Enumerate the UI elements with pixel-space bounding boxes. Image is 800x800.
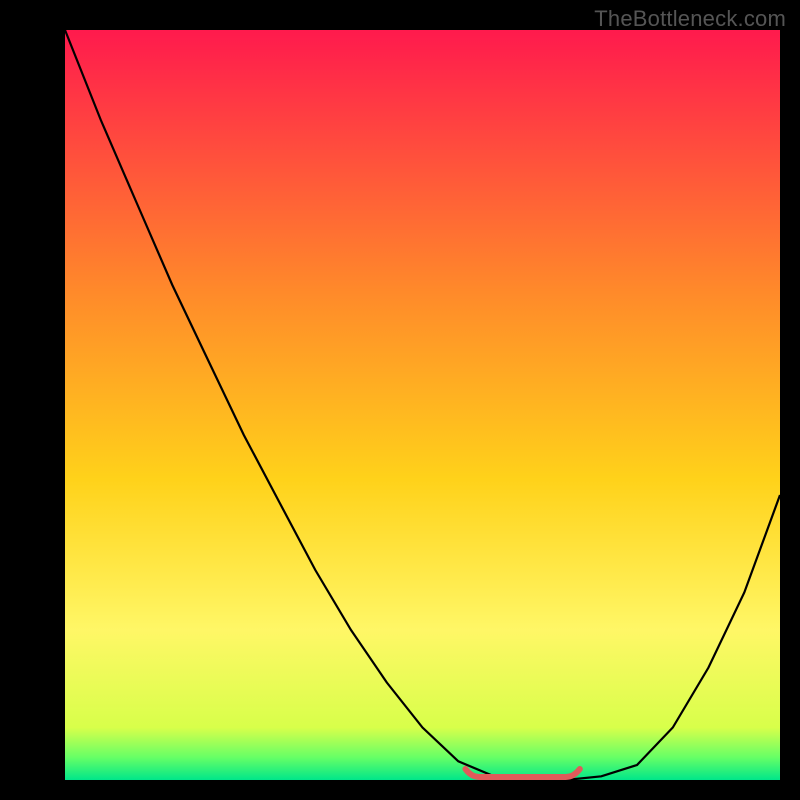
chart-frame: TheBottleneck.com bbox=[0, 0, 800, 800]
plot-background bbox=[65, 30, 780, 780]
watermark-text: TheBottleneck.com bbox=[594, 6, 786, 32]
chart-svg bbox=[0, 0, 800, 800]
